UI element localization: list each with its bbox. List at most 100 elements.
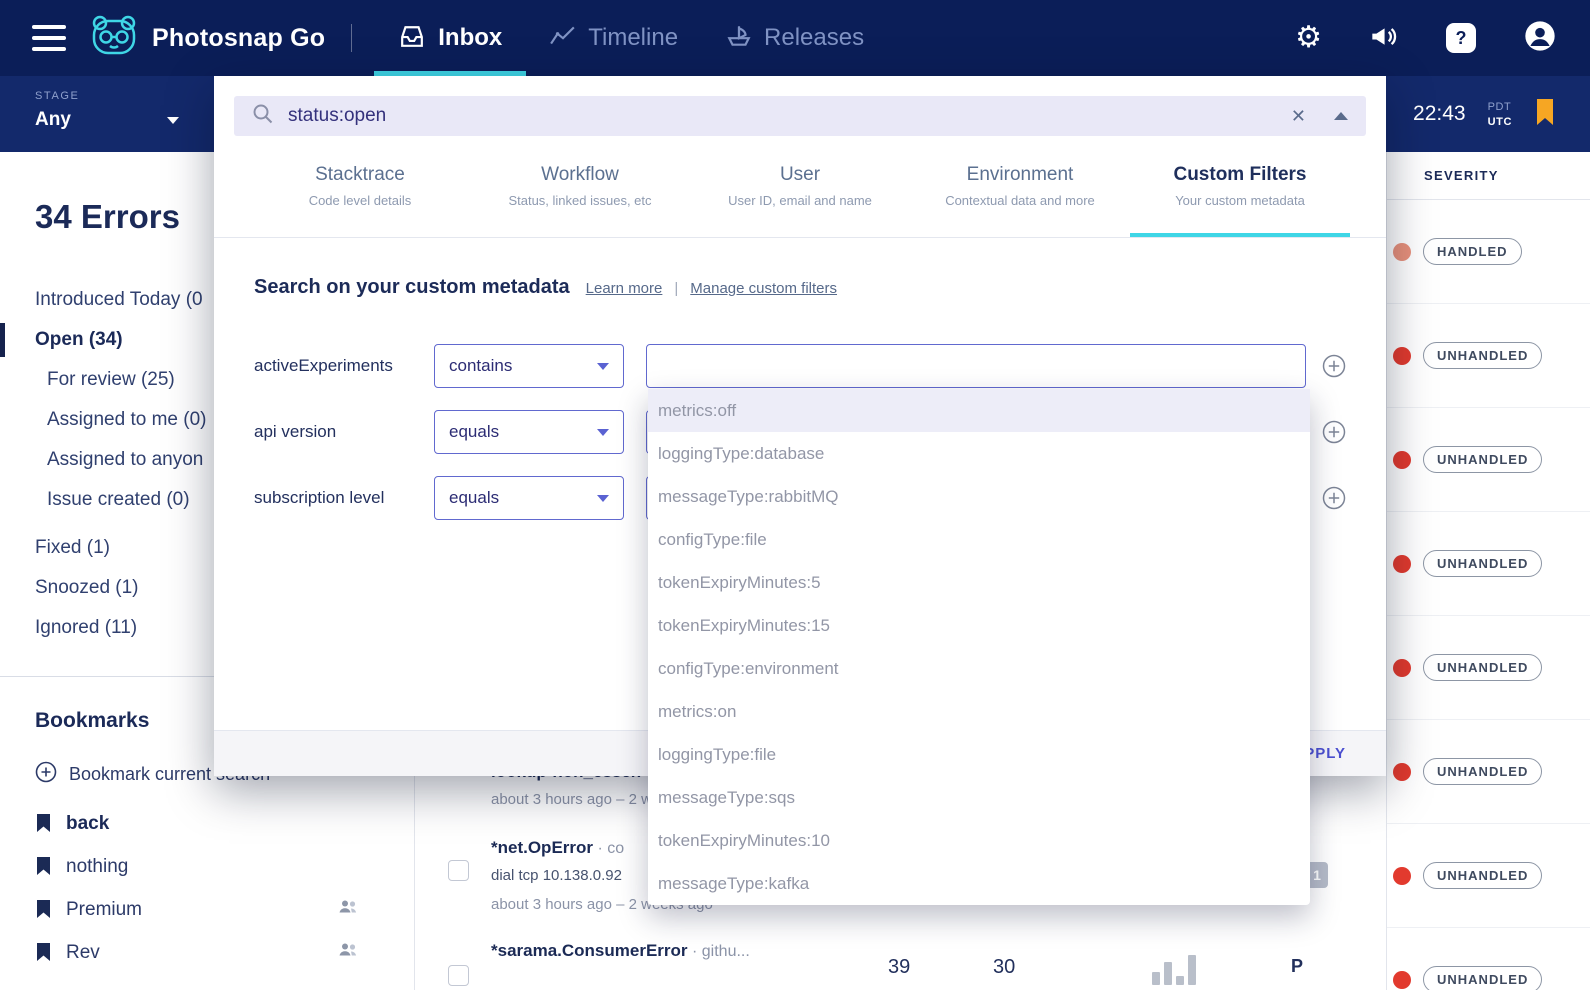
suggestion-item[interactable]: tokenExpiryMinutes:10	[648, 819, 1310, 862]
tab-subtitle: Contextual data and more	[945, 193, 1095, 208]
issue-detail: dial tcp 10.138.0.92	[491, 867, 622, 884]
shared-people-icon	[338, 941, 358, 964]
assignee-initial[interactable]: P	[1291, 956, 1303, 977]
suggestion-item[interactable]: loggingType:database	[648, 432, 1310, 475]
bookmark-item-nothing[interactable]: nothing	[0, 845, 414, 888]
severity-row: UNHANDLED	[1387, 408, 1590, 512]
bookmark-ribbon-icon[interactable]	[1534, 98, 1556, 131]
suggestion-item[interactable]: configType:file	[648, 518, 1310, 561]
nav-tab-timeline[interactable]: Timeline	[526, 0, 702, 76]
tab-subtitle: Status, linked issues, etc	[508, 193, 652, 208]
nav-tab-releases[interactable]: Releases	[702, 0, 888, 76]
status-badge: UNHANDLED	[1423, 446, 1543, 473]
settings-gear-icon[interactable]: ⚙	[1295, 23, 1322, 53]
status-badge: UNHANDLED	[1423, 654, 1543, 681]
search-icon	[252, 103, 274, 130]
bookmark-label: back	[66, 812, 110, 834]
bookmark-icon	[37, 900, 50, 918]
bookmark-icon	[37, 814, 50, 832]
suggestion-item[interactable]: messageType:sqs	[648, 776, 1310, 819]
add-filter-button[interactable]	[1322, 354, 1346, 378]
status-badge: UNHANDLED	[1423, 342, 1543, 369]
filter-field-label: api version	[254, 422, 337, 441]
suggestion-item[interactable]: messageType:rabbitMQ	[648, 475, 1310, 518]
users-count: 30	[993, 956, 1016, 978]
tab-workflow[interactable]: Workflow Status, linked issues, etc	[470, 136, 690, 237]
suggestion-item[interactable]: messageType:kafka	[648, 862, 1310, 905]
status-badge: UNHANDLED	[1423, 966, 1543, 990]
tab-title: Environment	[966, 164, 1074, 185]
add-filter-button[interactable]	[1322, 486, 1346, 510]
tab-environment[interactable]: Environment Contextual data and more	[910, 136, 1130, 237]
bookmark-item-premium[interactable]: Premium	[0, 888, 414, 931]
modal-tabstrip: Stacktrace Code level details Workflow S…	[214, 136, 1386, 238]
suggestion-item[interactable]: tokenExpiryMinutes:5	[648, 561, 1310, 604]
bookmark-icon	[37, 943, 50, 961]
circle-plus-icon	[35, 761, 57, 788]
operator-value: contains	[449, 356, 513, 375]
search-bar[interactable]: status:open ✕	[234, 96, 1366, 136]
tab-title: Stacktrace	[315, 164, 405, 185]
operator-value: equals	[449, 422, 500, 441]
unhandled-status-dot	[1393, 658, 1411, 677]
tab-custom-filters[interactable]: Custom Filters Your custom metadata	[1130, 136, 1350, 237]
hamburger-menu-button[interactable]	[32, 25, 66, 51]
severity-row: UNHANDLED	[1387, 512, 1590, 616]
tab-subtitle: User ID, email and name	[728, 193, 872, 208]
shared-people-icon	[338, 898, 358, 921]
suggestion-item[interactable]: metrics:off	[648, 389, 1310, 432]
app-logo-icon	[90, 15, 138, 62]
issue-title-suffix: githu...	[701, 943, 750, 960]
tab-user[interactable]: User User ID, email and name	[690, 136, 910, 237]
suggestion-item[interactable]: tokenExpiryMinutes:15	[648, 604, 1310, 647]
suggestion-item[interactable]: metrics:on	[648, 690, 1310, 733]
filter-field-label: subscription level	[254, 488, 385, 507]
tab-title: Custom Filters	[1173, 164, 1307, 185]
help-icon[interactable]: ?	[1446, 23, 1476, 53]
issue-title: *net.OpError	[491, 838, 594, 857]
link-separator: |	[674, 280, 679, 297]
custom-metadata-heading: Search on your custom metadata	[254, 276, 570, 298]
operator-select[interactable]: contains	[434, 344, 624, 388]
filter-value-input[interactable]	[646, 344, 1306, 388]
stage-dropdown[interactable]: STAGE Any	[35, 90, 179, 131]
stage-value: Any	[35, 109, 71, 130]
operator-select[interactable]: equals	[434, 476, 624, 520]
operator-select[interactable]: equals	[434, 410, 624, 454]
close-icon[interactable]: ✕	[1291, 106, 1306, 127]
timezone-toggle[interactable]: PDT UTC	[1488, 101, 1512, 128]
severity-row: UNHANDLED	[1387, 928, 1590, 990]
megaphone-icon[interactable]	[1370, 23, 1398, 54]
account-icon[interactable]	[1524, 20, 1556, 57]
severity-column: SEVERITY HANDLED UNHANDLED UNHANDLED UNH…	[1386, 152, 1590, 990]
tab-stacktrace[interactable]: Stacktrace Code level details	[250, 136, 470, 237]
issue-title-row[interactable]: *net.OpError · co	[491, 838, 624, 858]
learn-more-link[interactable]: Learn more	[586, 280, 663, 297]
inbox-icon	[398, 24, 426, 53]
bookmark-item-back[interactable]: back	[0, 802, 414, 845]
app-logo[interactable]: Photosnap Go	[90, 15, 325, 62]
releases-icon	[726, 24, 752, 53]
clock: 22:43	[1413, 102, 1466, 125]
issue-checkbox[interactable]	[448, 965, 469, 986]
suggestion-item[interactable]: loggingType:file	[648, 733, 1310, 776]
unhandled-status-dot	[1393, 762, 1411, 781]
manage-custom-filters-link[interactable]: Manage custom filters	[690, 280, 837, 297]
issue-title-row[interactable]: *sarama.ConsumerError · githu...	[491, 941, 750, 961]
search-query-text[interactable]: status:open	[288, 105, 1291, 127]
chevron-up-icon[interactable]	[1334, 112, 1348, 120]
issue-checkbox[interactable]	[448, 860, 469, 881]
bookmark-item-rev[interactable]: Rev	[0, 931, 414, 974]
bookmark-label: nothing	[66, 855, 129, 877]
unhandled-status-dot	[1393, 346, 1411, 365]
suggestion-item[interactable]: configType:environment	[648, 647, 1310, 690]
chevron-down-icon	[166, 116, 179, 124]
add-filter-button[interactable]	[1322, 420, 1346, 444]
stage-label: STAGE	[35, 90, 80, 102]
issue-title-suffix: co	[607, 840, 625, 857]
tz-pdt: PDT	[1487, 100, 1512, 113]
timeline-icon	[550, 25, 576, 52]
severity-row: HANDLED	[1387, 200, 1590, 304]
top-navigation: Photosnap Go Inbox Timeline Releases ⚙ ?	[0, 0, 1590, 76]
nav-tab-inbox[interactable]: Inbox	[374, 0, 527, 76]
